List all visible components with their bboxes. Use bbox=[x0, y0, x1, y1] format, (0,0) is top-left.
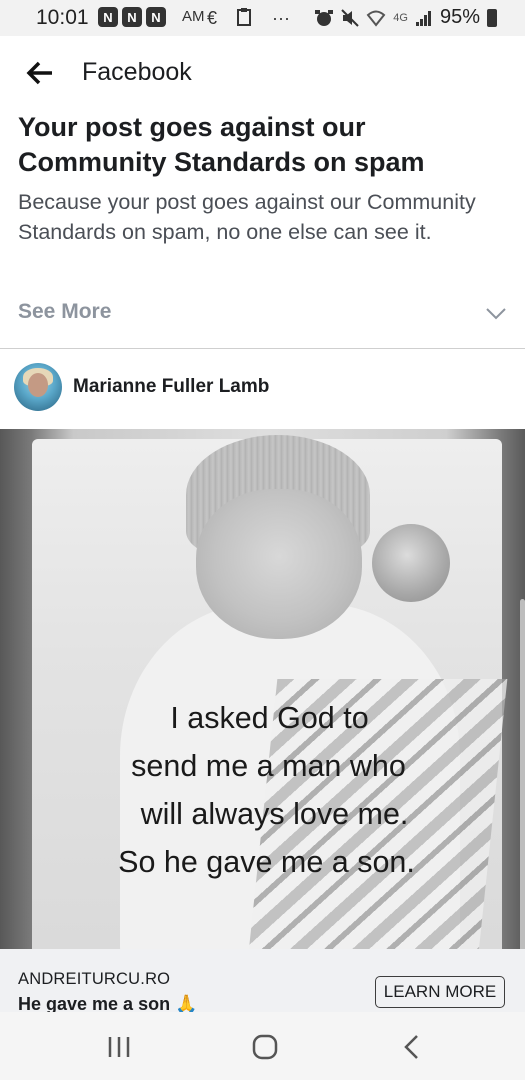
learn-more-button[interactable]: LEARN MORE bbox=[375, 976, 505, 1008]
wifi-icon bbox=[366, 10, 386, 27]
status-right: 4G 95% bbox=[314, 6, 497, 29]
see-more-link[interactable]: See More bbox=[18, 300, 111, 324]
status-time: 10:01 bbox=[36, 6, 89, 29]
navigation-bar bbox=[0, 1012, 525, 1080]
post-image[interactable]: I asked God to send me a man who will al… bbox=[0, 429, 525, 949]
battery-percent: 95% bbox=[439, 6, 480, 28]
back-arrow-icon[interactable] bbox=[26, 60, 54, 86]
link-domain: ANDREITURCU.RO bbox=[18, 970, 171, 988]
more-notifications-icon: ··· bbox=[272, 8, 290, 28]
signal-icon bbox=[415, 10, 431, 26]
recent-apps-icon[interactable] bbox=[106, 1034, 132, 1060]
network-type: 4G bbox=[393, 11, 408, 24]
am-indicator: AM bbox=[182, 8, 205, 25]
link-preview[interactable]: ANDREITURCU.RO He gave me a son 🙏 LEARN … bbox=[0, 949, 525, 1012]
mute-icon bbox=[341, 8, 359, 27]
avatar[interactable] bbox=[14, 363, 62, 411]
caption-line: send me a man who bbox=[131, 749, 406, 783]
post-header: Marianne Fuller Lamb bbox=[0, 349, 525, 429]
back-nav-icon[interactable] bbox=[402, 1034, 422, 1060]
notification-icons: N N N bbox=[98, 7, 166, 27]
page-title: Facebook bbox=[82, 58, 192, 86]
notification-n-icon: N bbox=[146, 7, 166, 27]
clipboard-icon bbox=[236, 8, 252, 30]
caption-line: will always love me. bbox=[140, 797, 409, 831]
notice-body: Because your post goes against our Commu… bbox=[18, 190, 476, 244]
alarm-icon bbox=[315, 9, 334, 26]
post-author-name[interactable]: Marianne Fuller Lamb bbox=[73, 376, 269, 398]
scrollbar[interactable] bbox=[520, 599, 525, 949]
community-standards-notice: Your post goes against our Community Sta… bbox=[0, 110, 525, 349]
chevron-down-icon[interactable] bbox=[485, 307, 507, 321]
battery-icon bbox=[487, 8, 497, 27]
notification-n-icon: N bbox=[122, 7, 142, 27]
image-caption: I asked God to send me a man who will al… bbox=[0, 694, 525, 886]
notice-title: Your post goes against our Community Sta… bbox=[18, 112, 425, 177]
euro-icon: € bbox=[207, 8, 218, 28]
link-title: He gave me a son 🙏 bbox=[18, 994, 198, 1012]
status-bar: 10:01 N N N AM € ··· 4G 95% bbox=[0, 0, 525, 36]
caption-line: I asked God to bbox=[170, 701, 369, 735]
caption-line: So he gave me a son. bbox=[118, 845, 415, 879]
app-header: Facebook bbox=[0, 36, 525, 111]
notification-n-icon: N bbox=[98, 7, 118, 27]
home-icon[interactable] bbox=[252, 1034, 278, 1060]
